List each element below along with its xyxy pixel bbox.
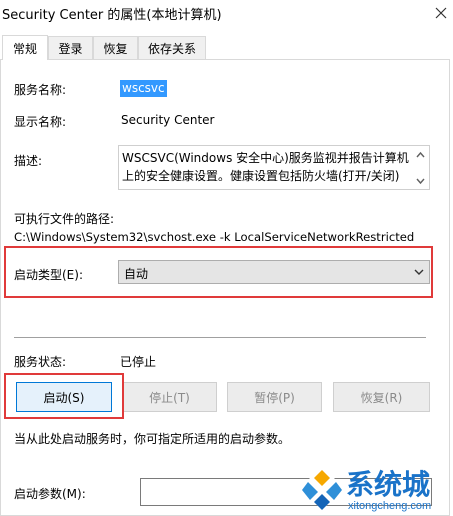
startup-type-select[interactable]: 自动 xyxy=(118,260,430,284)
startup-type-label: 启动类型(E): xyxy=(14,268,83,282)
tab-logon[interactable]: 登录 xyxy=(48,36,93,60)
stop-button[interactable]: 停止(T) xyxy=(122,382,217,412)
divider xyxy=(14,337,426,338)
description-scrollbar[interactable] xyxy=(412,146,429,189)
watermark-logo-icon xyxy=(300,466,344,510)
description-label: 描述: xyxy=(14,154,43,168)
tab-dependencies[interactable]: 依存关系 xyxy=(138,36,206,60)
tab-general[interactable]: 常规 xyxy=(2,35,48,60)
description-text: WSCSVC(Windows 安全中心)服务监视并报告计算机上的安全健康设置。健… xyxy=(122,151,409,183)
exe-path-label: 可执行文件的路径: xyxy=(14,212,115,226)
close-button[interactable] xyxy=(428,0,453,26)
title-bar: Security Center 的属性(本地计算机) xyxy=(0,0,453,30)
watermark-text: 系统城 xyxy=(346,468,431,501)
exe-path-value: C:\Windows\System32\svchost.exe -k Local… xyxy=(14,230,415,244)
start-button[interactable]: 启动(S) xyxy=(16,382,112,412)
pause-button[interactable]: 暂停(P) xyxy=(227,382,322,412)
general-panel xyxy=(0,59,450,516)
service-name-label: 服务名称: xyxy=(14,83,67,97)
service-name-value[interactable]: wscsvc xyxy=(120,80,167,97)
scroll-up-icon[interactable] xyxy=(412,148,429,162)
description-box[interactable]: WSCSVC(Windows 安全中心)服务监视并报告计算机上的安全健康设置。健… xyxy=(118,145,430,190)
display-name-value: Security Center xyxy=(121,113,215,127)
tab-recovery[interactable]: 恢复 xyxy=(93,36,138,60)
close-icon xyxy=(435,7,446,19)
window-title: Security Center 的属性(本地计算机) xyxy=(2,8,222,23)
service-status-label: 服务状态: xyxy=(14,355,67,369)
service-status-value: 已停止 xyxy=(120,355,157,369)
start-params-label: 启动参数(M): xyxy=(14,487,86,501)
watermark: 系统城 xitongcheng.com xyxy=(296,462,453,516)
display-name-label: 显示名称: xyxy=(14,115,67,129)
watermark-url: xitongcheng.com xyxy=(348,500,432,512)
scroll-down-icon[interactable] xyxy=(412,174,429,188)
chevron-down-icon xyxy=(414,269,424,275)
start-params-hint: 当从此处启动服务时，你可指定所适用的启动参数。 xyxy=(14,432,291,446)
startup-type-value: 自动 xyxy=(124,267,149,281)
resume-button[interactable]: 恢复(R) xyxy=(333,382,430,412)
